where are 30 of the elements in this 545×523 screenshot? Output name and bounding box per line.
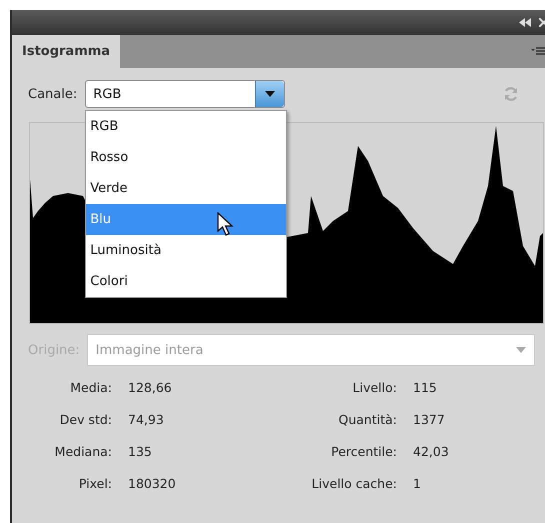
- menu-item[interactable]: Verde: [86, 173, 286, 204]
- stat-value: 135: [128, 443, 153, 461]
- stat-value: 74,93: [128, 411, 165, 429]
- menu-item[interactable]: Colori: [86, 266, 286, 297]
- menu-item[interactable]: RGB: [86, 111, 286, 142]
- caret-icon: [516, 347, 526, 353]
- stat-label: Media:: [69, 379, 112, 397]
- channel-label: Canale:: [28, 86, 78, 102]
- stat-value: 42,03: [413, 443, 450, 461]
- stat-label: Livello:: [352, 379, 397, 397]
- stat-value: 1377: [413, 411, 446, 429]
- stat-label: Dev std:: [58, 411, 112, 429]
- collapse-icon[interactable]: [519, 18, 531, 27]
- caret-icon: [265, 91, 276, 97]
- menu-icon[interactable]: [531, 46, 545, 56]
- dropdown-button[interactable]: [255, 81, 284, 107]
- stat-label: Quantità:: [338, 411, 397, 429]
- stat-label: Livello cache:: [310, 475, 397, 493]
- stat-label: Pixel:: [78, 475, 112, 493]
- stat-label: Percentile:: [330, 443, 397, 461]
- close-icon[interactable]: [539, 18, 545, 27]
- stat-value: 180320: [128, 475, 177, 493]
- stat-value: 128,66: [128, 379, 173, 397]
- stat-label: Mediana:: [54, 443, 112, 461]
- panel-tab[interactable]: Istogramma: [12, 35, 120, 68]
- menu-item[interactable]: Luminosità: [86, 235, 286, 266]
- stat-value: 115: [413, 379, 438, 397]
- cursor-icon: [217, 212, 236, 238]
- stat-value: 1: [413, 475, 422, 493]
- menu-item[interactable]: Rosso: [86, 142, 286, 173]
